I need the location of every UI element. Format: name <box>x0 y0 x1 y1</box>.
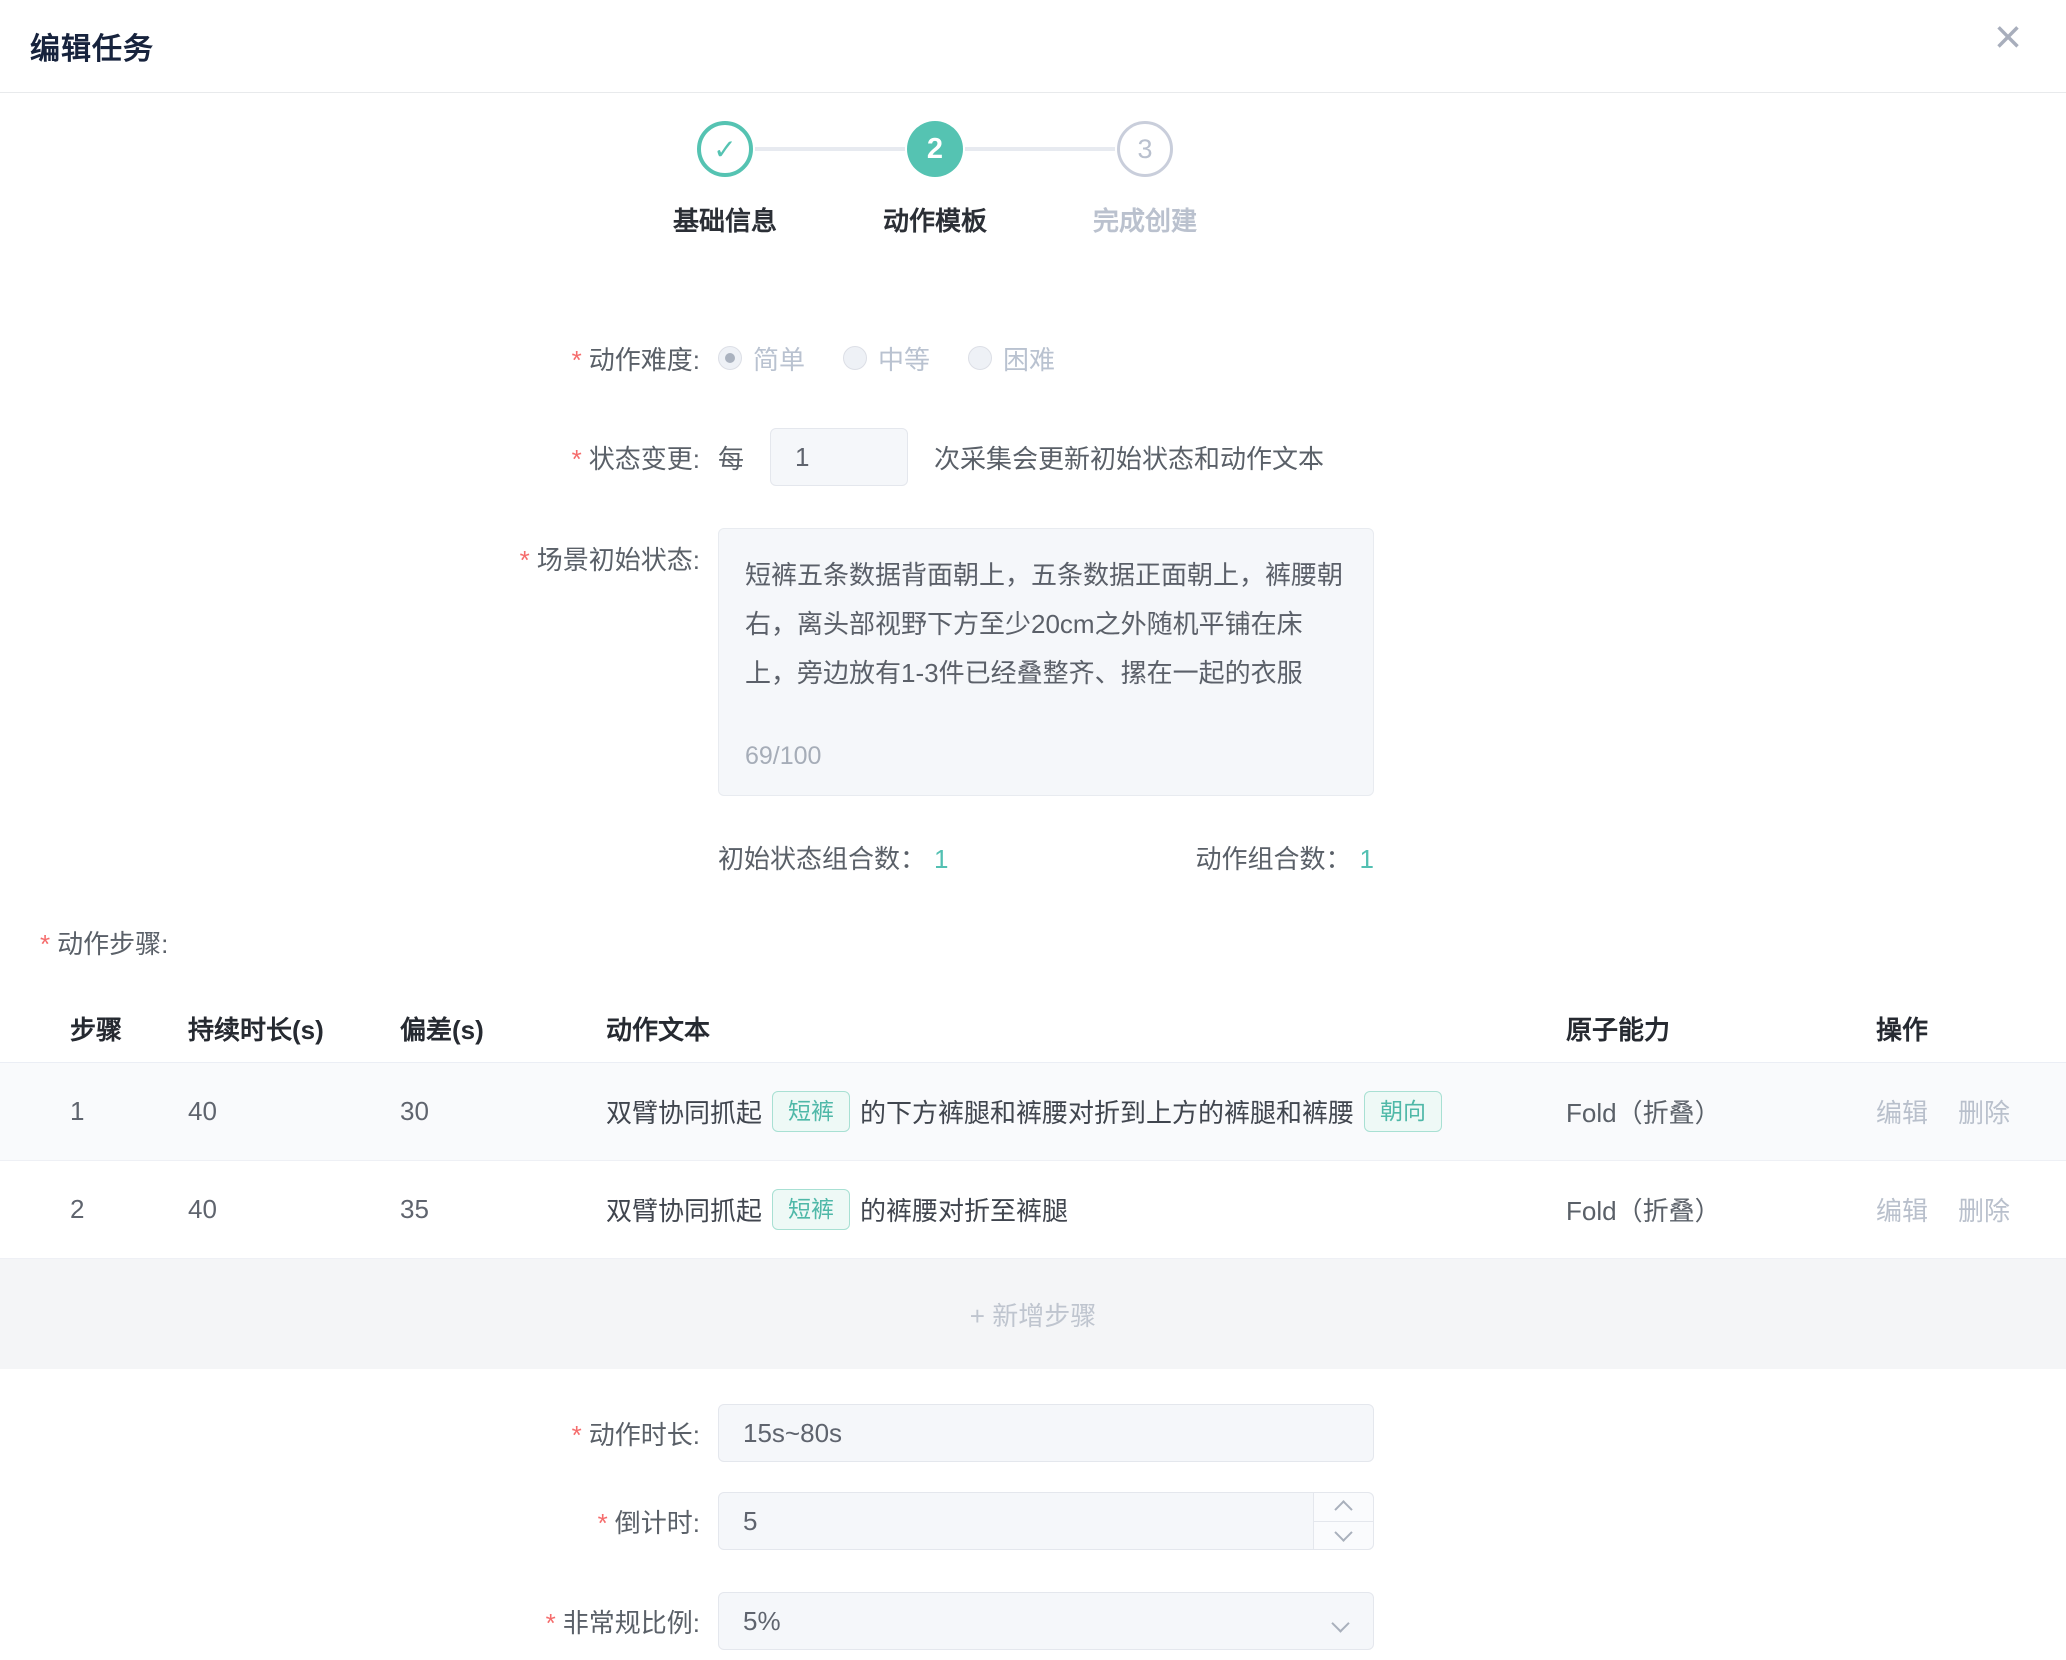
difficulty-radio-selected[interactable]: 简单 <box>718 340 805 377</box>
add-step-button[interactable]: + 新增步骤 <box>0 1259 2066 1369</box>
char-counter: 69/100 <box>745 732 821 781</box>
state-change-prefix: 每 <box>718 439 744 476</box>
required-asterisk: * <box>572 444 582 474</box>
dialog-title: 编辑任务 <box>30 24 154 68</box>
action-duration-input[interactable]: 15s~80s <box>718 1404 1374 1462</box>
step-label: 完成创建 <box>1093 201 1197 238</box>
radio-button-icon <box>968 346 992 370</box>
col-header-duration: 持续时长(s) <box>188 1010 400 1047</box>
chevron-up-icon <box>1334 1500 1352 1518</box>
countdown-row: *倒计时: 5 <box>0 1492 2066 1550</box>
required-asterisk: * <box>572 345 582 375</box>
difficulty-label: *动作难度: <box>0 340 700 377</box>
radio-button-icon <box>718 346 742 370</box>
edit-link[interactable]: 编辑 <box>1876 1098 1928 1128</box>
difficulty-radio-option[interactable]: 中等 <box>843 340 930 377</box>
chevron-down-icon <box>1334 1523 1352 1541</box>
cell-action-text: 双臂协同抓起短裤的裤腰对折至裤腿 <box>606 1189 1566 1231</box>
unconventional-ratio-row: *非常规比例: 5% <box>0 1592 2066 1650</box>
state-change-input[interactable]: 1 <box>770 428 908 486</box>
unconventional-ratio-select[interactable]: 5% <box>718 1592 1374 1650</box>
col-header-step: 步骤 <box>70 1010 188 1047</box>
stepper-step-basic-info: ✓ 基础信息 <box>620 121 830 238</box>
required-asterisk: * <box>572 1420 582 1450</box>
action-text-segment: 双臂协同抓起 <box>606 1191 762 1228</box>
stepper-step-action-template: 2 动作模板 <box>830 121 1040 238</box>
action-text-segment: 双臂协同抓起 <box>606 1093 762 1130</box>
difficulty-row: *动作难度: 简单 中等 困难 <box>0 338 2066 378</box>
stepper-step-finish: 3 完成创建 <box>1040 121 1250 238</box>
object-tag: 短裤 <box>772 1189 850 1231</box>
col-header-operation: 操作 <box>1876 1010 2066 1047</box>
dialog-header: 编辑任务 × <box>0 0 2066 93</box>
cell-duration: 40 <box>188 1096 400 1127</box>
cell-step-number: 2 <box>70 1194 188 1225</box>
difficulty-radio-option[interactable]: 困难 <box>968 340 1055 377</box>
cell-action-text: 双臂协同抓起短裤的下方裤腿和裤腰对折到上方的裤腿和裤腰朝向 <box>606 1091 1566 1133</box>
delete-link[interactable]: 删除 <box>1958 1098 2010 1128</box>
increase-button[interactable] <box>1314 1493 1373 1522</box>
action-duration-label: *动作时长: <box>0 1415 700 1452</box>
action-combos: 动作组合数：1 <box>1196 839 1374 876</box>
edit-link[interactable]: 编辑 <box>1876 1196 1928 1226</box>
countdown-stepper[interactable]: 5 <box>718 1492 1374 1550</box>
check-icon: ✓ <box>697 121 753 177</box>
required-asterisk: * <box>520 545 530 575</box>
cell-operations: 编辑删除 <box>1876 1093 2066 1130</box>
radio-label: 中等 <box>878 340 930 377</box>
unconventional-ratio-label: *非常规比例: <box>0 1603 700 1640</box>
step-number: 3 <box>1117 121 1173 177</box>
cell-duration: 40 <box>188 1194 400 1225</box>
step-number: 2 <box>907 121 963 177</box>
initial-combos-value: 1 <box>934 844 948 874</box>
cell-step-number: 1 <box>70 1096 188 1127</box>
steps-table-body: 14030双臂协同抓起短裤的下方裤腿和裤腰对折到上方的裤腿和裤腰朝向Fold（折… <box>0 1063 2066 1259</box>
initial-combos: 初始状态组合数：1 <box>718 839 948 876</box>
steps-table-header: 步骤 持续时长(s) 偏差(s) 动作文本 原子能力 操作 <box>0 995 2066 1063</box>
action-duration-row: *动作时长: 15s~80s <box>0 1404 2066 1462</box>
col-header-ability: 原子能力 <box>1566 1010 1876 1047</box>
table-row: 24035双臂协同抓起短裤的裤腰对折至裤腿Fold（折叠）编辑删除 <box>0 1161 2066 1259</box>
countdown-value: 5 <box>743 1506 757 1537</box>
chevron-down-icon <box>1331 1614 1349 1632</box>
action-combos-value: 1 <box>1360 844 1374 874</box>
step-label: 基础信息 <box>673 201 777 238</box>
cell-operations: 编辑删除 <box>1876 1191 2066 1228</box>
action-text-segment: 的下方裤腿和裤腰对折到上方的裤腿和裤腰 <box>860 1093 1354 1130</box>
stepper: ✓ 基础信息 2 动作模板 3 完成创建 <box>620 121 1250 238</box>
radio-label: 简单 <box>753 340 805 377</box>
state-change-suffix: 次采集会更新初始状态和动作文本 <box>934 439 1324 476</box>
decrease-button[interactable] <box>1314 1522 1373 1550</box>
initial-state-label: *场景初始状态: <box>0 528 700 577</box>
number-spinner <box>1313 1493 1373 1549</box>
state-change-row: *状态变更: 每 1 次采集会更新初始状态和动作文本 <box>0 428 2066 486</box>
initial-state-textarea[interactable]: 短裤五条数据背面朝上，五条数据正面朝上，裤腰朝右，离头部视野下方至少20cm之外… <box>718 528 1374 796</box>
cell-atomic-ability: Fold（折叠） <box>1566 1093 1876 1130</box>
initial-state-row: *场景初始状态: 短裤五条数据背面朝上，五条数据正面朝上，裤腰朝右，离头部视野下… <box>0 528 2066 796</box>
close-icon[interactable]: × <box>1994 14 2022 62</box>
difficulty-radio-group: 简单 中等 困难 <box>718 340 1093 377</box>
state-change-label: *状态变更: <box>0 439 700 476</box>
action-text-segment: 的裤腰对折至裤腿 <box>860 1191 1068 1228</box>
radio-button-icon <box>843 346 867 370</box>
object-tag: 朝向 <box>1364 1091 1442 1133</box>
object-tag: 短裤 <box>772 1091 850 1133</box>
ratio-value: 5% <box>743 1606 781 1637</box>
col-header-deviation: 偏差(s) <box>400 1010 606 1047</box>
action-steps-section-label: *动作步骤: <box>0 924 2066 961</box>
countdown-label: *倒计时: <box>0 1503 700 1540</box>
radio-label: 困难 <box>1003 340 1055 377</box>
col-header-action-text: 动作文本 <box>606 1010 1566 1047</box>
table-row: 14030双臂协同抓起短裤的下方裤腿和裤腰对折到上方的裤腿和裤腰朝向Fold（折… <box>0 1063 2066 1161</box>
step-label: 动作模板 <box>883 201 987 238</box>
combo-counts-row: 初始状态组合数：1 动作组合数：1 <box>718 839 1374 876</box>
required-asterisk: * <box>40 929 50 959</box>
cell-deviation: 35 <box>400 1194 606 1225</box>
required-asterisk: * <box>598 1508 608 1538</box>
initial-state-text: 短裤五条数据背面朝上，五条数据正面朝上，裤腰朝右，离头部视野下方至少20cm之外… <box>745 560 1343 688</box>
cell-deviation: 30 <box>400 1096 606 1127</box>
cell-atomic-ability: Fold（折叠） <box>1566 1191 1876 1228</box>
delete-link[interactable]: 删除 <box>1958 1196 2010 1226</box>
required-asterisk: * <box>546 1608 556 1638</box>
